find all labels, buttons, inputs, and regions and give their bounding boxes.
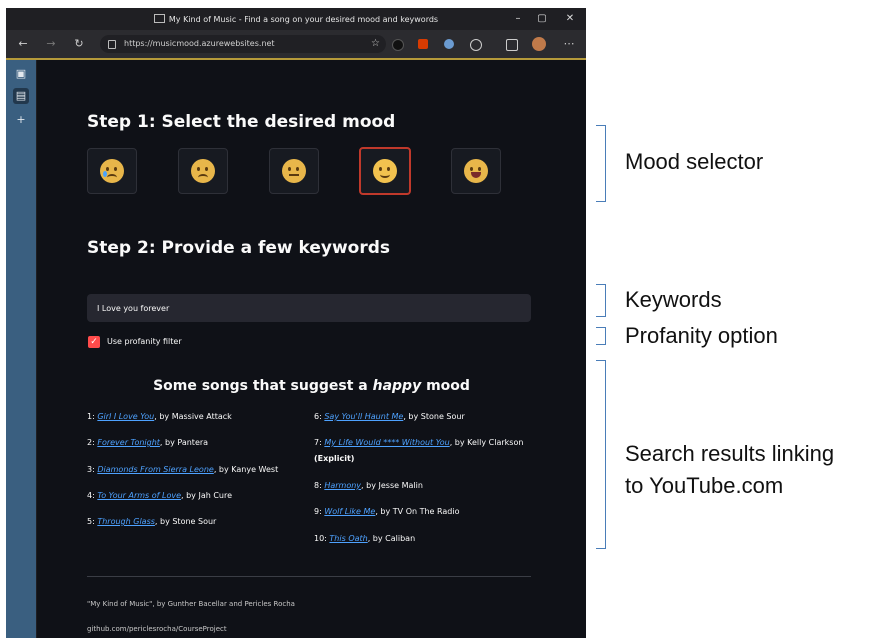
song-item: 6: Say You'll Haunt Me, by Stone Sour	[314, 412, 465, 421]
song-link[interactable]: To Your Arms of Love	[97, 491, 181, 500]
song-link[interactable]: Diamonds From Sierra Leone	[97, 465, 213, 474]
mood-sad-button[interactable]	[178, 148, 228, 194]
song-link[interactable]: Wolf Like Me	[324, 507, 375, 516]
song-link[interactable]: Say You'll Haunt Me	[324, 412, 403, 421]
profanity-annotation: Profanity option	[625, 323, 778, 348]
extension-icon[interactable]	[444, 39, 454, 49]
mood-happy-button[interactable]	[359, 147, 411, 195]
song-item: 3: Diamonds From Sierra Leone, by Kanye …	[87, 465, 279, 474]
happy-face-icon	[373, 159, 397, 183]
tab-actions-icon[interactable]: ▣	[13, 66, 29, 82]
song-item: 2: Forever Tonight, by Pantera	[87, 438, 209, 447]
divider	[87, 576, 531, 577]
minimize-button[interactable]: –	[510, 12, 526, 26]
profanity-bracket	[596, 327, 606, 345]
step2-title: Step 2: Provide a few keywords	[87, 238, 391, 258]
forward-icon[interactable]: →	[44, 37, 58, 51]
step1-title: Step 1: Select the desired mood	[87, 112, 396, 132]
explicit-note: (Explicit)	[314, 454, 355, 463]
results-annotation-line1: Search results linking	[625, 441, 835, 466]
browser-toolbar: ← → ↻ https://musicmood.azurewebsites.ne…	[6, 30, 586, 60]
keywords-input[interactable]	[87, 294, 531, 322]
app-page: Step 1: Select the desired mood Step 2: …	[37, 60, 586, 638]
collections-icon[interactable]	[506, 39, 518, 51]
very-happy-face-icon	[464, 159, 488, 183]
footer-credit: "My Kind of Music", by Gunther Bacellar …	[87, 600, 295, 608]
url-text: https://musicmood.azurewebsites.net	[124, 39, 275, 48]
extension-icon[interactable]	[392, 39, 404, 51]
song-item: 9: Wolf Like Me, by TV On The Radio	[314, 507, 460, 516]
song-link[interactable]: This Oath	[329, 534, 367, 543]
very-sad-face-icon	[100, 159, 124, 183]
favorite-icon[interactable]: ☆	[371, 38, 380, 49]
mood-very-happy-button[interactable]	[451, 148, 501, 194]
back-icon[interactable]: ←	[16, 37, 30, 51]
vertical-tab-icon[interactable]: ▤	[13, 88, 29, 104]
song-link[interactable]: Forever Tonight	[97, 438, 160, 447]
song-item: 5: Through Glass, by Stone Sour	[87, 517, 217, 526]
mood-neutral-button[interactable]	[269, 148, 319, 194]
song-item: 1: Girl I Love You, by Massive Attack	[87, 412, 232, 421]
sad-face-icon	[191, 159, 215, 183]
keywords-bracket	[596, 284, 606, 317]
song-link[interactable]: My Life Would **** Without You	[324, 438, 449, 447]
mood-very-sad-button[interactable]	[87, 148, 137, 194]
song-item: 7: My Life Would **** Without You, by Ke…	[314, 438, 524, 447]
close-button[interactable]: ✕	[562, 12, 578, 26]
neutral-face-icon	[282, 159, 306, 183]
keywords-annotation: Keywords	[625, 287, 722, 312]
footer-repo[interactable]: github.com/periclesrocha/CourseProject	[87, 625, 227, 633]
profile-avatar[interactable]	[532, 37, 546, 51]
browser-window: My Kind of Music - Find a song on your d…	[6, 8, 586, 638]
extensions-icon[interactable]	[470, 39, 482, 51]
song-link[interactable]: Girl I Love You	[97, 412, 154, 421]
lock-icon	[108, 40, 116, 49]
maximize-button[interactable]: ▢	[534, 12, 550, 26]
results-title: Some songs that suggest a happy mood	[153, 378, 470, 394]
song-item: 4: To Your Arms of Love, by Jah Cure	[87, 491, 233, 500]
results-bracket	[596, 360, 606, 549]
more-menu-icon[interactable]: ⋯	[562, 37, 576, 51]
song-link[interactable]: Through Glass	[97, 517, 155, 526]
song-item: 10: This Oath, by Caliban	[314, 534, 416, 543]
profanity-checkbox[interactable]: ✓	[88, 336, 100, 348]
browser-sidebar: ▣ ▤ +	[6, 60, 36, 638]
results-annotation-line2: to YouTube.com	[625, 473, 784, 498]
address-bar[interactable]: https://musicmood.azurewebsites.net ☆	[100, 35, 386, 53]
reader-icon	[153, 14, 165, 23]
title-bar: My Kind of Music - Find a song on your d…	[6, 8, 586, 30]
song-item: 8: Harmony, by Jesse Malin	[314, 481, 423, 490]
new-tab-icon[interactable]: +	[13, 112, 29, 128]
office-icon[interactable]	[418, 39, 428, 49]
refresh-icon[interactable]: ↻	[72, 37, 86, 51]
window-title: My Kind of Music - Find a song on your d…	[168, 15, 439, 24]
mood-selector-bracket	[596, 125, 606, 202]
mood-selector-annotation: Mood selector	[625, 149, 764, 174]
song-link[interactable]: Harmony	[324, 481, 361, 490]
profanity-label: Use profanity filter	[107, 337, 182, 346]
